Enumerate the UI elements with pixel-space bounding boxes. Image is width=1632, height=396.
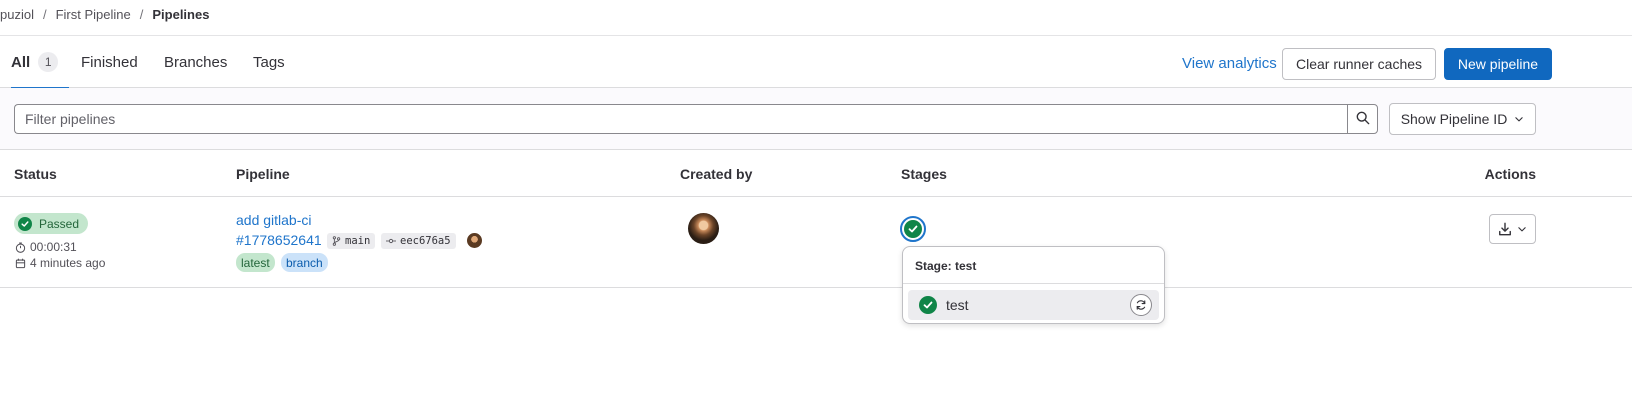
ref-name: main <box>345 235 371 247</box>
show-pipeline-id-select[interactable]: Show Pipeline ID <box>1389 103 1536 135</box>
breadcrumb-current[interactable]: Pipelines <box>152 7 209 22</box>
latest-badge: latest <box>236 253 275 272</box>
table-header: Status Pipeline Created by Stages Action… <box>0 151 1632 197</box>
column-header-pipeline: Pipeline <box>236 166 290 182</box>
retry-icon <box>1135 299 1147 311</box>
tab-finished[interactable]: Finished <box>81 36 138 88</box>
view-analytics-link[interactable]: View analytics <box>1182 55 1277 72</box>
breadcrumb-project[interactable]: First Pipeline <box>56 7 131 22</box>
stage-test-status-button[interactable] <box>900 216 926 242</box>
duration-text: 00:00:31 <box>30 240 77 254</box>
tab-all-label: All <box>11 53 31 71</box>
column-header-stages: Stages <box>901 166 947 182</box>
branch-icon <box>332 236 345 246</box>
commit-icon <box>386 237 400 245</box>
breadcrumb: puziol / First Pipeline / Pipelines <box>0 5 209 23</box>
tab-tags-label: Tags <box>253 53 285 71</box>
calendar-icon <box>15 258 30 269</box>
commit-sha-chip[interactable]: eec676a5 <box>381 233 456 249</box>
show-pipeline-id-label: Show Pipeline ID <box>1400 111 1508 127</box>
tab-all[interactable]: All 1 <box>11 36 69 89</box>
duration: 00:00:31 <box>15 240 77 254</box>
search-button[interactable] <box>1347 104 1378 134</box>
breadcrumb-user[interactable]: puziol <box>0 7 34 22</box>
breadcrumb-separator: / <box>139 6 144 22</box>
popover-divider <box>903 283 1164 284</box>
filter-bar: Show Pipeline ID <box>0 88 1632 150</box>
column-header-status: Status <box>14 166 57 182</box>
tab-branches[interactable]: Branches <box>164 36 227 88</box>
stage-popover-title: Stage: test <box>915 259 977 273</box>
search-icon <box>1356 111 1370 128</box>
filter-pipelines-input[interactable] <box>14 104 1348 134</box>
tab-finished-label: Finished <box>81 53 138 71</box>
commit-sha: eec676a5 <box>400 235 451 247</box>
retry-job-button[interactable] <box>1130 294 1152 316</box>
pipeline-id-link[interactable]: #1778652641 <box>236 232 322 248</box>
stage-popover: Stage: test test <box>902 246 1165 324</box>
tab-tags[interactable]: Tags <box>253 36 285 88</box>
status-success-icon <box>904 220 922 238</box>
commit-title-link[interactable]: add gitlab-ci <box>236 212 312 228</box>
tab-all-count-badge: 1 <box>38 52 59 72</box>
column-header-created-by: Created by <box>680 166 753 182</box>
chevron-down-icon <box>1517 224 1527 234</box>
branch-badge: branch <box>281 253 328 272</box>
status-success-icon <box>919 296 937 314</box>
table-row: Passed 00:00:31 4 minutes ago add gitlab… <box>0 198 1632 288</box>
finished-time-text: 4 minutes ago <box>30 256 106 270</box>
breadcrumb-separator: / <box>42 6 47 22</box>
creator-avatar[interactable] <box>688 213 719 244</box>
clock-icon <box>15 242 30 253</box>
download-artifacts-dropdown[interactable] <box>1489 214 1536 244</box>
download-icon <box>1498 222 1512 236</box>
status-label: Passed <box>39 216 80 231</box>
commit-author-avatar[interactable] <box>467 233 482 248</box>
new-pipeline-button[interactable]: New pipeline <box>1444 48 1552 80</box>
finished-time: 4 minutes ago <box>15 256 105 270</box>
tab-branches-label: Branches <box>164 53 228 71</box>
chevron-down-icon <box>1514 114 1524 124</box>
job-name: test <box>946 297 969 313</box>
job-item-test[interactable]: test <box>908 290 1159 320</box>
status-badge[interactable]: Passed <box>14 213 89 234</box>
column-header-actions: Actions <box>1484 166 1536 182</box>
status-success-icon <box>18 216 32 231</box>
ref-chip[interactable]: main <box>327 233 376 249</box>
clear-runner-caches-button[interactable]: Clear runner caches <box>1282 48 1436 80</box>
